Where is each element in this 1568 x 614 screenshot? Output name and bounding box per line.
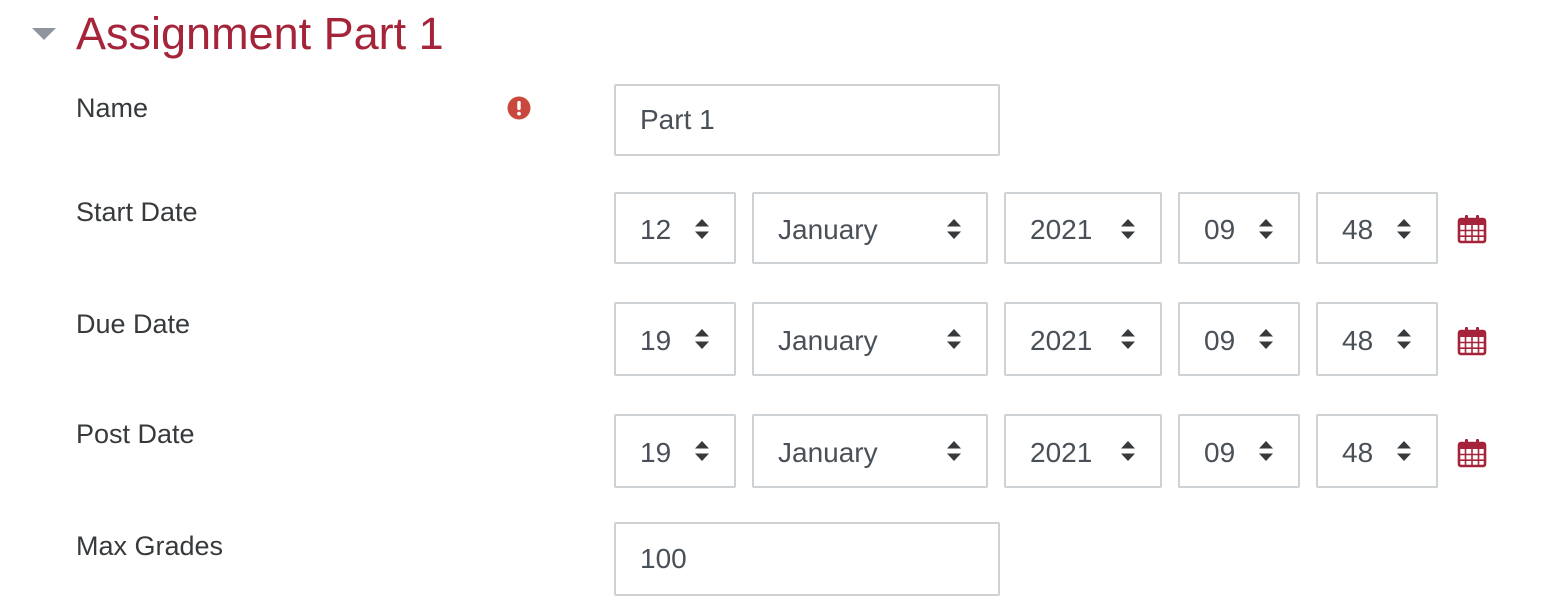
sort-arrows-icon [1397,441,1411,461]
sort-arrows-icon [1397,219,1411,239]
caret-down-icon[interactable] [30,24,58,44]
start-date-minute-select[interactable]: 48 [1316,192,1438,264]
due-date-minute-select[interactable]: 48 [1316,302,1438,376]
section-header: Assignment Part 1 [0,0,800,70]
max-grades-row: Max Grades [0,522,1568,596]
post-date-minute-value: 48 [1342,437,1374,468]
due-date-month-value: January [778,325,878,356]
start-date-day-value: 12 [640,214,672,245]
section-title[interactable]: Assignment Part 1 [76,6,444,62]
calendar-icon[interactable] [1457,438,1487,468]
due-date-hour-value: 09 [1204,325,1236,356]
post-date-hour-select[interactable]: 09 [1178,414,1300,488]
start-date-minute-value: 48 [1342,214,1374,245]
post-date-month-select[interactable]: January [752,414,988,488]
due-date-day-value: 19 [640,325,672,356]
due-date-year-select[interactable]: 2021 [1004,302,1162,376]
sort-arrows-icon [947,219,961,239]
start-date-year-value: 2021 [1030,214,1093,245]
post-date-year-select[interactable]: 2021 [1004,414,1162,488]
post-date-day-value: 19 [640,437,672,468]
post-date-row: Post Date 19 January 2021 09 48 [0,414,1568,488]
exclamation-circle-icon [507,96,531,120]
start-date-hour-value: 09 [1204,214,1236,245]
sort-arrows-icon [695,329,709,349]
due-date-month-select[interactable]: January [752,302,988,376]
sort-arrows-icon [1259,329,1273,349]
sort-arrows-icon [947,329,961,349]
sort-arrows-icon [1121,329,1135,349]
due-date-minute-value: 48 [1342,325,1374,356]
due-date-row: Due Date 19 January 2021 09 48 [0,302,1568,376]
max-grades-label: Max Grades [76,531,224,561]
due-date-label: Due Date [76,309,191,339]
name-label: Name [76,93,149,123]
start-date-month-select[interactable]: January [752,192,988,264]
sort-arrows-icon [947,441,961,461]
due-date-day-select[interactable]: 19 [614,302,736,376]
sort-arrows-icon [1121,441,1135,461]
sort-arrows-icon [695,441,709,461]
sort-arrows-icon [1259,219,1273,239]
start-date-label: Start Date [76,197,198,227]
calendar-icon[interactable] [1457,214,1487,244]
start-date-day-select[interactable]: 12 [614,192,736,264]
post-date-hour-value: 09 [1204,437,1236,468]
sort-arrows-icon [695,219,709,239]
due-date-year-value: 2021 [1030,325,1093,356]
sort-arrows-icon [1397,329,1411,349]
calendar-icon[interactable] [1457,326,1487,356]
start-date-row: Start Date 12 January 2021 09 48 [0,192,1568,264]
name-input[interactable] [614,84,1000,156]
post-date-month-value: January [778,437,878,468]
due-date-hour-select[interactable]: 09 [1178,302,1300,376]
sort-arrows-icon [1259,441,1273,461]
start-date-month-value: January [778,214,878,245]
start-date-year-select[interactable]: 2021 [1004,192,1162,264]
post-date-label: Post Date [76,419,195,449]
start-date-hour-select[interactable]: 09 [1178,192,1300,264]
post-date-year-value: 2021 [1030,437,1093,468]
post-date-minute-select[interactable]: 48 [1316,414,1438,488]
sort-arrows-icon [1121,219,1135,239]
name-row: Name [0,84,1568,156]
post-date-day-select[interactable]: 19 [614,414,736,488]
max-grades-input[interactable] [614,522,1000,596]
